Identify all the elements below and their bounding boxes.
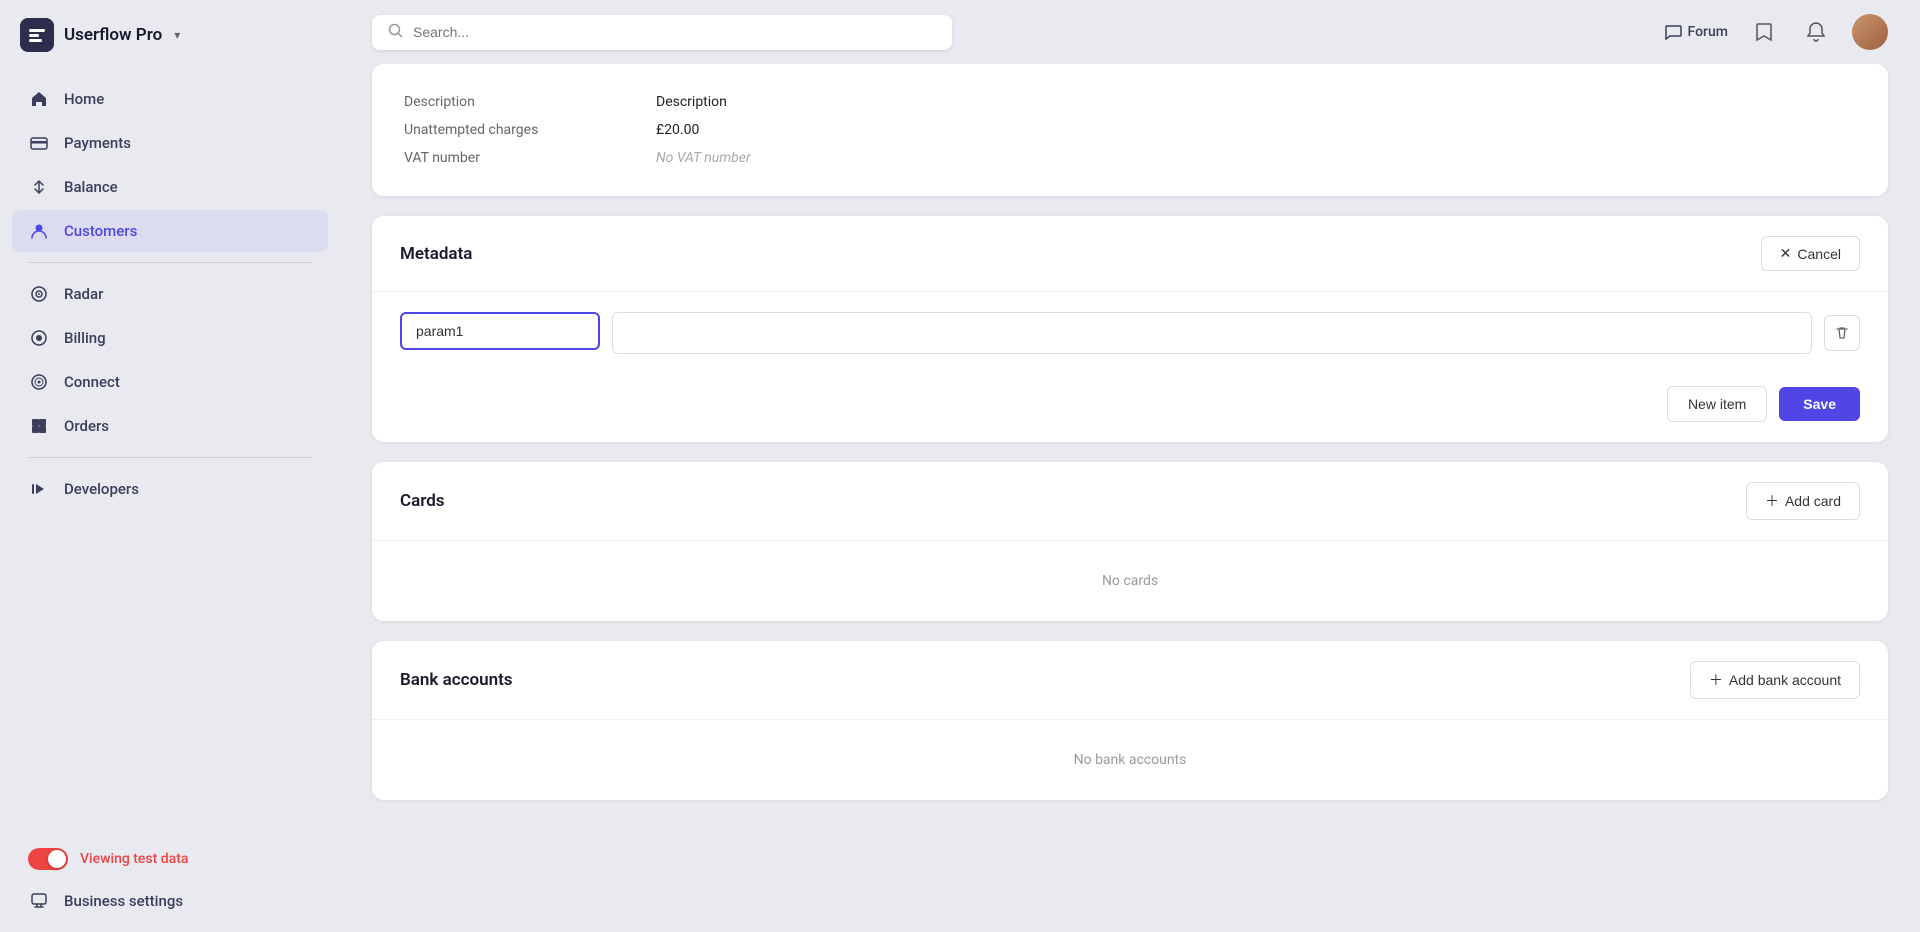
sidebar-item-home[interactable]: Home	[12, 78, 328, 120]
sidebar-nav: Home Payments Balance	[0, 70, 340, 838]
sidebar-item-radar-label: Radar	[64, 285, 103, 303]
business-settings-label: Business settings	[64, 892, 183, 910]
bookmark-icon[interactable]	[1748, 16, 1780, 48]
viewing-test-data-toggle[interactable]: Viewing test data	[0, 838, 340, 880]
nav-divider-2	[28, 457, 312, 458]
bank-accounts-title: Bank accounts	[400, 670, 513, 690]
sidebar-item-balance[interactable]: Balance	[12, 166, 328, 208]
param-value-input[interactable]	[612, 312, 1812, 354]
description-label: Description	[404, 94, 624, 110]
metadata-card: Metadata ✕ Cancel New item Save	[372, 216, 1888, 442]
sidebar-item-payments[interactable]: Payments	[12, 122, 328, 164]
add-card-button[interactable]: ＋ Add card	[1746, 482, 1860, 520]
cancel-button[interactable]: ✕ Cancel	[1761, 236, 1860, 271]
sidebar-item-billing[interactable]: Billing	[12, 317, 328, 359]
no-cards-message: No cards	[372, 540, 1888, 621]
chevron-down-icon: ▾	[174, 28, 180, 42]
search-icon	[388, 23, 403, 42]
cards-title: Cards	[400, 491, 445, 511]
metadata-fields	[372, 292, 1888, 374]
sidebar-item-billing-label: Billing	[64, 329, 106, 347]
customers-icon	[28, 220, 50, 242]
connect-icon	[28, 371, 50, 393]
cards-header: Cards ＋ Add card	[372, 462, 1888, 540]
sidebar-item-customers[interactable]: Customers	[12, 210, 328, 252]
bell-icon[interactable]	[1800, 16, 1832, 48]
avatar[interactable]	[1852, 14, 1888, 50]
search-input[interactable]	[413, 24, 936, 40]
cancel-x-icon: ✕	[1780, 245, 1792, 262]
sidebar-item-connect[interactable]: Connect	[12, 361, 328, 403]
info-row-vat: VAT number No VAT number	[404, 144, 1856, 172]
info-row-unattempted: Unattempted charges £20.00	[404, 116, 1856, 144]
business-settings-icon	[28, 890, 50, 912]
sidebar-item-developers-label: Developers	[64, 480, 139, 498]
avatar-image	[1852, 14, 1888, 50]
add-bank-plus-icon: ＋	[1709, 670, 1723, 690]
metadata-header: Metadata ✕ Cancel	[372, 216, 1888, 292]
no-bank-accounts-message: No bank accounts	[372, 719, 1888, 800]
sidebar-item-home-label: Home	[64, 90, 104, 108]
delete-row-button[interactable]	[1824, 315, 1860, 351]
search-bar[interactable]	[372, 15, 952, 50]
payments-icon	[28, 132, 50, 154]
sidebar-item-radar[interactable]: Radar	[12, 273, 328, 315]
sidebar-item-customers-label: Customers	[64, 222, 137, 240]
description-value: Description	[656, 94, 727, 110]
toggle-knob	[48, 850, 66, 868]
home-icon	[28, 88, 50, 110]
info-row-description: Description Description	[404, 88, 1856, 116]
bank-accounts-header: Bank accounts ＋ Add bank account	[372, 641, 1888, 719]
metadata-actions: New item Save	[372, 374, 1888, 442]
cards-card: Cards ＋ Add card No cards	[372, 462, 1888, 621]
sidebar-item-developers[interactable]: Developers	[12, 468, 328, 510]
info-card: Description Description Unattempted char…	[372, 64, 1888, 196]
sidebar-item-business-settings[interactable]: Business settings	[0, 880, 340, 932]
bank-accounts-card: Bank accounts ＋ Add bank account No bank…	[372, 641, 1888, 800]
viewing-test-label: Viewing test data	[80, 851, 188, 867]
add-card-plus-icon: ＋	[1765, 491, 1779, 511]
forum-button[interactable]: Forum	[1664, 23, 1728, 41]
topbar-actions: Forum	[1664, 14, 1888, 50]
metadata-title: Metadata	[400, 244, 472, 264]
developers-icon	[28, 478, 50, 500]
sidebar: Userflow Pro ▾ Home Payments	[0, 0, 340, 932]
topbar: Forum	[340, 0, 1920, 64]
sidebar-item-connect-label: Connect	[64, 373, 120, 391]
new-item-button[interactable]: New item	[1667, 386, 1767, 422]
vat-number-label: VAT number	[404, 150, 624, 166]
unattempted-charges-value: £20.00	[656, 122, 699, 138]
nav-divider	[28, 262, 312, 263]
forum-label: Forum	[1688, 24, 1728, 40]
save-button[interactable]: Save	[1779, 387, 1860, 421]
app-logo	[20, 18, 54, 52]
test-data-toggle-switch[interactable]	[28, 848, 68, 870]
sidebar-item-payments-label: Payments	[64, 134, 131, 152]
app-name: Userflow Pro	[64, 25, 162, 45]
sidebar-item-orders-label: Orders	[64, 417, 109, 435]
sidebar-item-balance-label: Balance	[64, 178, 118, 196]
orders-icon	[28, 415, 50, 437]
param-key-input[interactable]	[400, 312, 600, 350]
balance-icon	[28, 176, 50, 198]
radar-icon	[28, 283, 50, 305]
add-bank-account-button[interactable]: ＋ Add bank account	[1690, 661, 1860, 699]
sidebar-item-orders[interactable]: Orders	[12, 405, 328, 447]
billing-icon	[28, 327, 50, 349]
unattempted-charges-label: Unattempted charges	[404, 122, 624, 138]
main-content: Description Description Unattempted char…	[340, 64, 1920, 932]
vat-number-value: No VAT number	[656, 150, 751, 166]
app-header[interactable]: Userflow Pro ▾	[0, 0, 340, 70]
